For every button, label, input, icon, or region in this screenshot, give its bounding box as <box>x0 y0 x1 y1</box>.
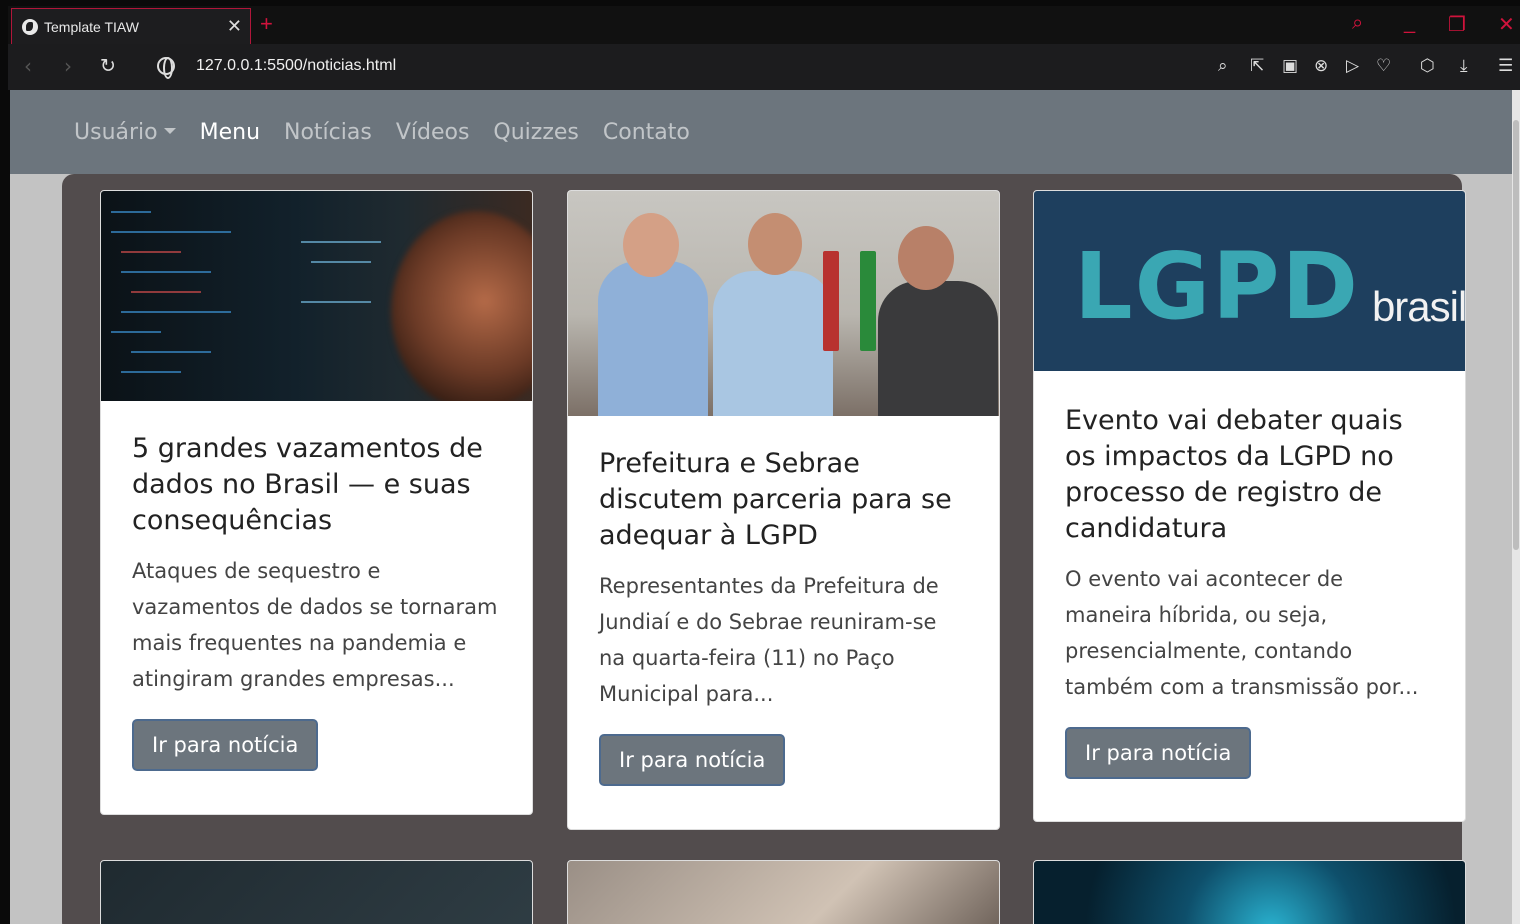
tab-strip: Template TIAW ✕ + ⌕ _ ❐ ✕ <box>8 6 1520 44</box>
news-card: LGPD brasil.com.br Evento vai debater qu… <box>1033 190 1466 822</box>
browser-window: Template TIAW ✕ + ⌕ _ ❐ ✕ ‹ › ↻ 127.0.0.… <box>0 0 1520 924</box>
site-navbar: Usuário Menu Notícias Vídeos Quizzes Con… <box>10 90 1512 174</box>
read-news-button[interactable]: Ir para notícia <box>599 734 786 786</box>
search-tabs-icon[interactable]: ⌕ <box>1352 12 1363 35</box>
news-card-image <box>100 860 533 924</box>
camera-icon[interactable]: ▣ <box>1282 56 1298 76</box>
card-image-meeting <box>568 191 999 416</box>
site-info-icon[interactable] <box>157 57 175 79</box>
card-text: O evento vai acontecer de maneira híbrid… <box>1065 567 1419 699</box>
card-title: Evento vai debater quais os impactos da … <box>1065 405 1403 544</box>
reload-icon[interactable]: ↻ <box>100 55 116 77</box>
nav-videos[interactable]: Vídeos <box>396 120 470 145</box>
close-window-icon[interactable]: ✕ <box>1498 12 1515 37</box>
read-news-button[interactable]: Ir para notícia <box>132 719 319 771</box>
menu-icon[interactable]: ☰ <box>1498 56 1513 76</box>
page-scrollbar[interactable] <box>1512 90 1520 924</box>
card-text: Ataques de sequestro e vazamentos de dad… <box>132 559 498 691</box>
forward-icon[interactable]: › <box>64 54 72 78</box>
lgpd-logo-domain: brasil.com.br <box>1371 283 1465 330</box>
card-image-lgpd-logo: LGPD brasil.com.br <box>1034 191 1465 371</box>
card-text: Representantes da Prefeitura de Jundiaí … <box>599 574 939 706</box>
nav-user-dropdown[interactable]: Usuário <box>74 120 176 145</box>
download-icon[interactable]: ⤓ <box>1460 56 1468 76</box>
card-title: Prefeitura e Sebrae discutem parceria pa… <box>599 448 952 551</box>
heart-icon[interactable]: ♡ <box>1376 56 1391 76</box>
close-tab-icon[interactable]: ✕ <box>227 16 242 37</box>
url-field[interactable]: 127.0.0.1:5500/noticias.html <box>196 57 396 75</box>
send-icon[interactable]: ▷ <box>1346 56 1359 76</box>
lgpd-logo-text: LGPD <box>1074 233 1360 340</box>
address-bar: ‹ › ↻ 127.0.0.1:5500/noticias.html ⌕ ⇱ ▣… <box>8 44 1520 90</box>
tab-title: Template TIAW <box>44 18 139 35</box>
news-card-image <box>567 860 1000 924</box>
new-tab-button[interactable]: + <box>260 11 273 37</box>
extensions-icon[interactable]: ⬡ <box>1420 56 1435 76</box>
nav-news[interactable]: Notícias <box>284 120 372 145</box>
minimize-icon[interactable]: _ <box>1404 12 1415 35</box>
page-viewport: Usuário Menu Notícias Vídeos Quizzes Con… <box>10 90 1512 924</box>
nav-contact[interactable]: Contato <box>603 120 690 145</box>
news-card: Prefeitura e Sebrae discutem parceria pa… <box>567 190 1000 830</box>
card-title: 5 grandes vazamentos de dados no Brasil … <box>132 433 483 536</box>
caret-down-icon <box>163 127 176 134</box>
nav-quizzes[interactable]: Quizzes <box>493 120 578 145</box>
card-image-code <box>101 191 532 401</box>
adblock-icon[interactable]: ⊗ <box>1314 56 1328 76</box>
share-icon[interactable]: ⇱ <box>1250 56 1264 76</box>
read-news-button[interactable]: Ir para notícia <box>1065 727 1252 779</box>
news-card-image <box>1033 860 1466 924</box>
browser-tab[interactable]: Template TIAW ✕ <box>11 8 251 44</box>
news-card: 5 grandes vazamentos de dados no Brasil … <box>100 190 533 815</box>
site-globe-icon <box>22 18 38 35</box>
nav-user-label: Usuário <box>74 119 158 145</box>
nav-menu[interactable]: Menu <box>200 120 260 145</box>
back-icon[interactable]: ‹ <box>24 54 32 78</box>
zoom-icon[interactable]: ⌕ <box>1218 56 1228 76</box>
restore-icon[interactable]: ❐ <box>1448 12 1466 37</box>
